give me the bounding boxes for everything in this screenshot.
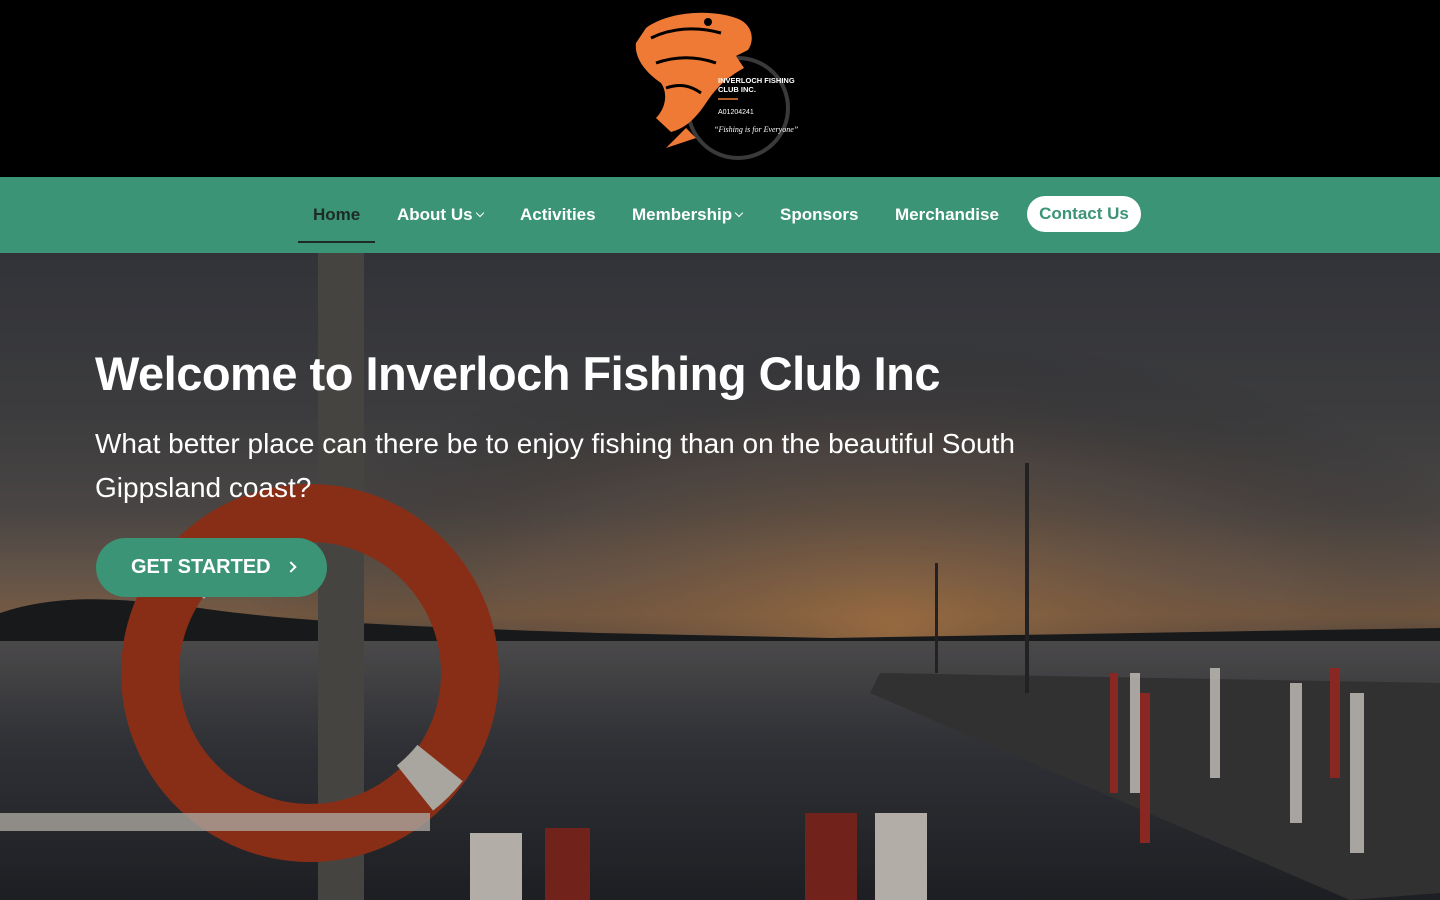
logo-name-line2: CLUB INC.: [718, 85, 756, 94]
hero-section: Welcome to Inverloch Fishing Club Inc Wh…: [0, 253, 1440, 900]
chevron-down-icon: [734, 208, 744, 218]
get-started-button[interactable]: GET STARTED: [96, 538, 327, 597]
nav-merchandise-label: Merchandise: [895, 205, 999, 224]
nav-about-us-label: About Us: [397, 205, 473, 224]
nav-activities-label: Activities: [520, 205, 596, 224]
site-header: INVERLOCH FISHING CLUB INC. A01204241 “F…: [0, 0, 1440, 177]
logo-reg-number: A01204241: [718, 109, 754, 116]
chevron-right-icon: [285, 561, 297, 573]
chevron-down-icon: [475, 208, 484, 218]
nav-home-label: Home: [313, 205, 361, 224]
main-nav: Home About Us Activities Membership Spon…: [0, 177, 1440, 253]
contact-us-button[interactable]: Contact Us: [1027, 196, 1141, 232]
nav-membership-label: Membership: [632, 205, 733, 224]
nav-membership[interactable]: Membership: [632, 177, 744, 253]
nav-activities[interactable]: Activities: [520, 177, 596, 253]
nav-merchandise[interactable]: Merchandise: [895, 177, 999, 253]
hero-subtitle: What better place can there be to enjoy …: [95, 428, 1015, 503]
nav-about-us[interactable]: About Us: [397, 177, 484, 253]
logo-tagline: “Fishing is for Everyone”: [714, 125, 799, 134]
nav-sponsors-label: Sponsors: [780, 205, 859, 224]
club-logo[interactable]: INVERLOCH FISHING CLUB INC. A01204241 “F…: [626, 8, 816, 164]
logo-name-line1: INVERLOCH FISHING: [718, 76, 795, 85]
active-nav-indicator: [298, 241, 375, 243]
nav-sponsors[interactable]: Sponsors: [780, 177, 858, 253]
hero-title: Welcome to Inverloch Fishing Club Inc: [95, 347, 941, 400]
get-started-label: GET STARTED: [131, 556, 271, 578]
